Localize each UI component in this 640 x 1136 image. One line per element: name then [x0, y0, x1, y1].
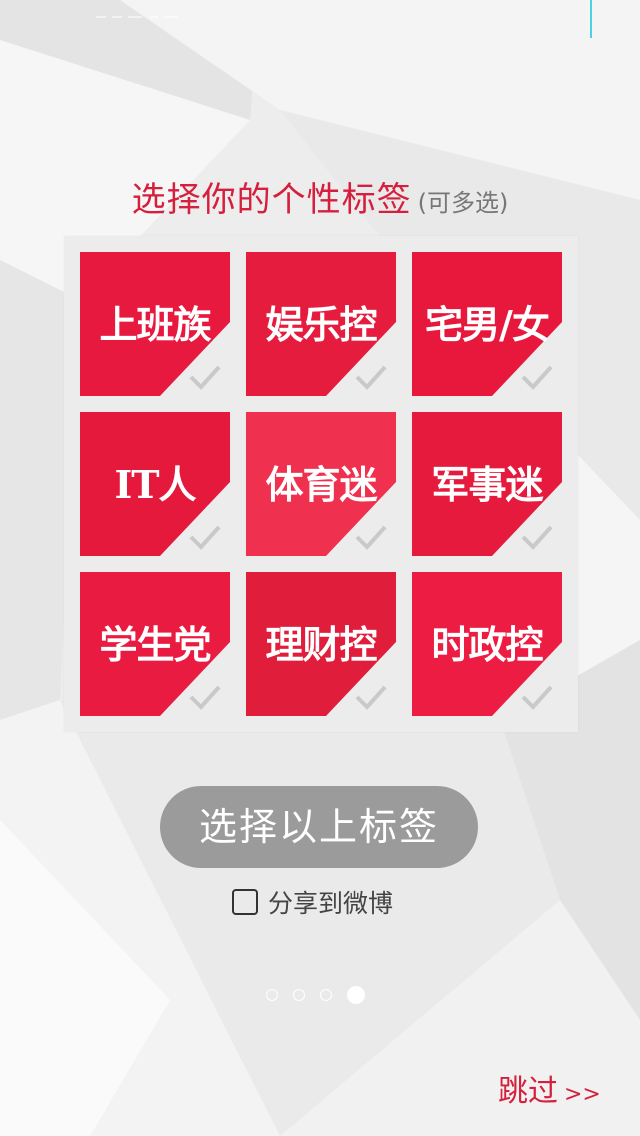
tag-label: IT人: [114, 462, 196, 507]
tag-tile-military-fan[interactable]: 军事迷: [412, 412, 562, 556]
tag-label: 娱乐控: [265, 302, 377, 347]
tag-grid: 上班族 娱乐控 宅男/女 IT人 体育迷 军事迷 学生党 理财控 时政控: [64, 236, 578, 732]
share-checkbox[interactable]: [232, 889, 258, 915]
double-chevron-right-icon: >>: [564, 1082, 601, 1107]
page-dot-3: [320, 989, 332, 1001]
page-dot-1: [266, 989, 278, 1001]
check-icon: [521, 685, 553, 710]
check-icon: [189, 365, 221, 390]
status-bar: [0, 0, 640, 40]
tag-tile-politics[interactable]: 时政控: [412, 572, 562, 716]
tag-tile-it-person[interactable]: IT人: [80, 412, 230, 556]
check-icon: [355, 365, 387, 390]
tag-tile-finance[interactable]: 理财控: [246, 572, 396, 716]
tag-tile-homebody[interactable]: 宅男/女: [412, 252, 562, 396]
check-icon: [521, 365, 553, 390]
page-dot-2: [293, 989, 305, 1001]
check-icon: [355, 525, 387, 550]
tag-tile-student[interactable]: 学生党: [80, 572, 230, 716]
skip-label: 跳过: [498, 1074, 558, 1109]
tag-label: 上班族: [99, 302, 211, 347]
tag-label: 体育迷: [265, 462, 377, 507]
tag-label: 理财控: [265, 622, 377, 667]
tag-tile-sports-fan[interactable]: 体育迷: [246, 412, 396, 556]
tag-label: 军事迷: [431, 462, 543, 507]
skip-link[interactable]: 跳过 >>: [498, 1066, 601, 1110]
tag-selection-screen: 选择你的个性标签 (可多选) 上班族 娱乐控 宅男/女 IT人 体育迷 军事迷 …: [0, 0, 640, 1136]
check-icon: [355, 685, 387, 710]
title-hint: (可多选): [417, 189, 509, 217]
share-label: 分享到微博: [268, 889, 394, 918]
status-accent-line: [590, 0, 592, 38]
check-icon: [189, 525, 221, 550]
tag-label: 学生党: [99, 622, 211, 667]
tag-tile-office-worker[interactable]: 上班族: [80, 252, 230, 396]
page-dot-4-active: [347, 986, 365, 1004]
title-text: 选择你的个性标签: [131, 180, 412, 220]
tag-label: 宅男/女: [425, 302, 550, 347]
share-to-weibo-toggle[interactable]: 分享到微博: [232, 884, 393, 920]
status-icons: [96, 12, 186, 28]
check-icon: [189, 685, 221, 710]
tag-tile-entertainment[interactable]: 娱乐控: [246, 252, 396, 396]
select-tags-button[interactable]: 选择以上标签: [160, 786, 478, 868]
tag-label: 时政控: [431, 622, 543, 667]
page-indicator: [266, 984, 365, 1006]
page-title: 选择你的个性标签 (可多选): [0, 172, 640, 221]
check-icon: [521, 525, 553, 550]
